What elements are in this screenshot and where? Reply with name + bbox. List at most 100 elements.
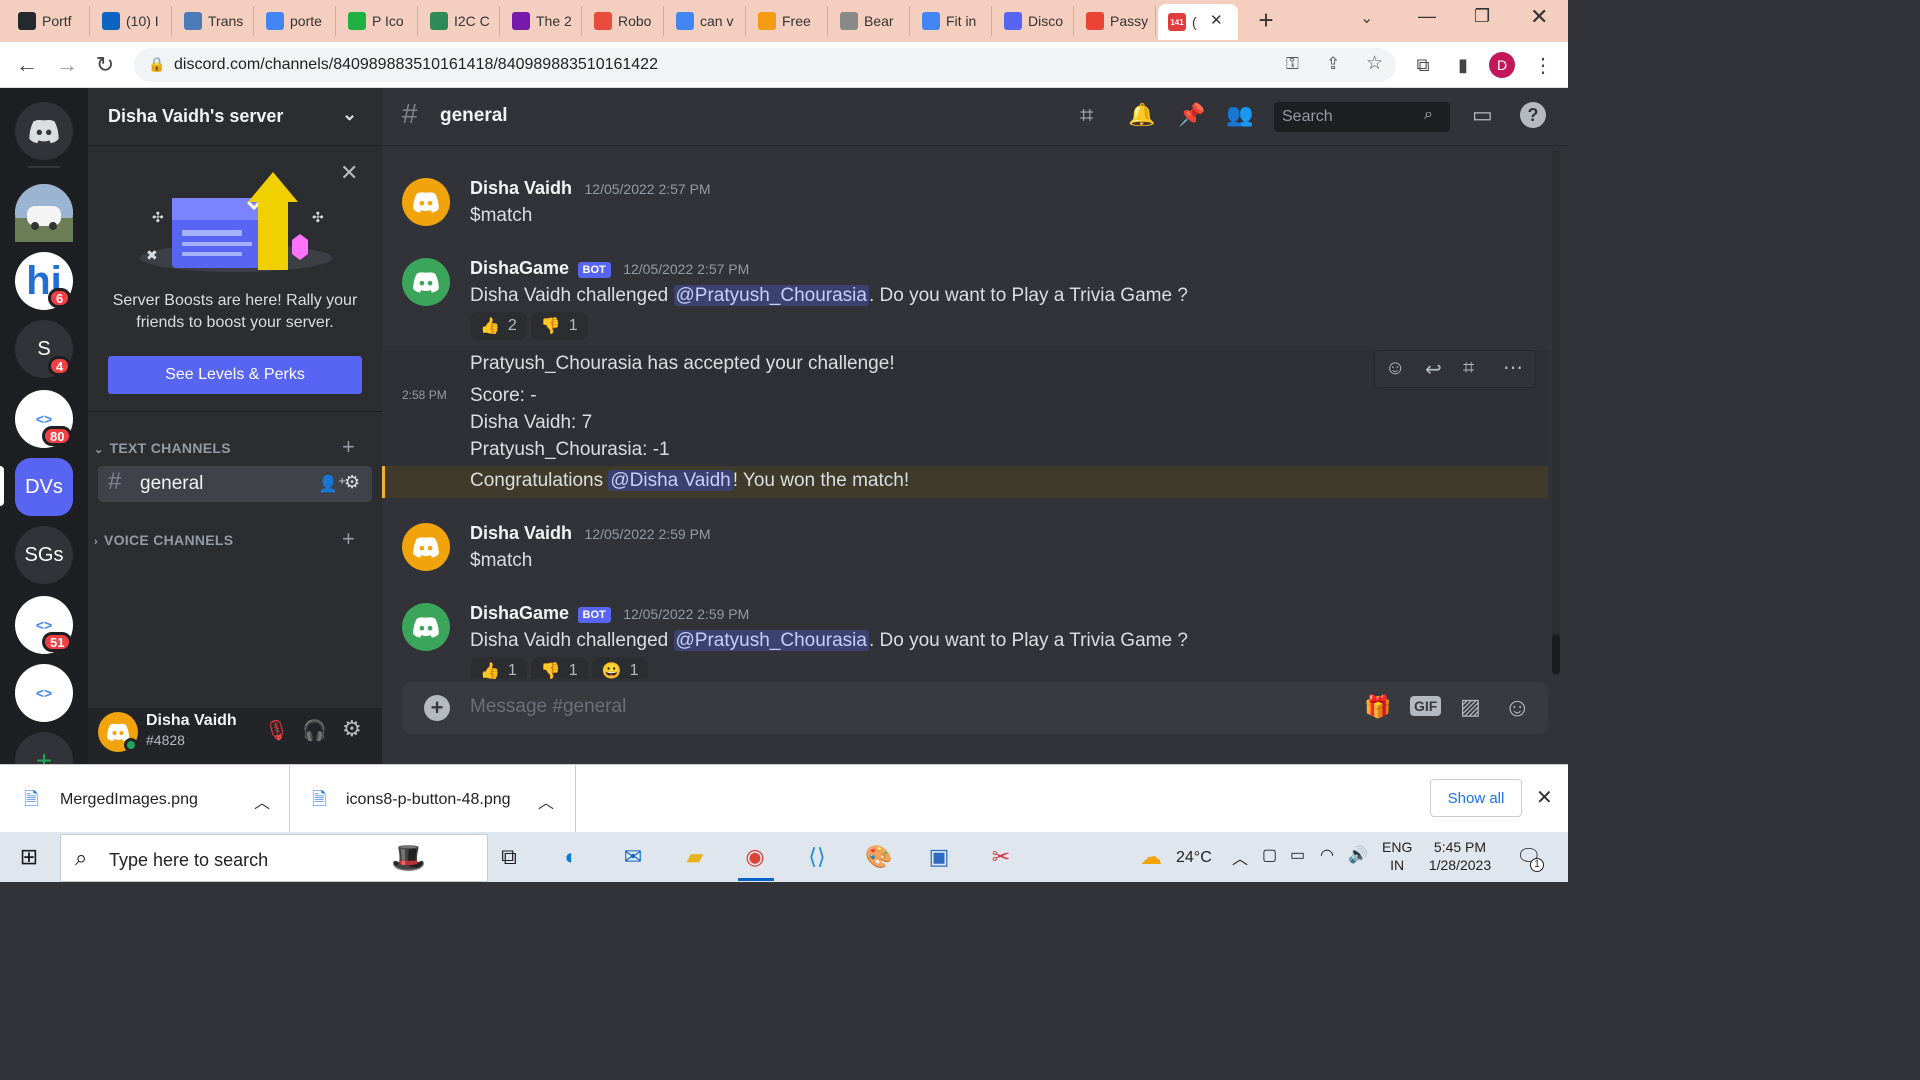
clock[interactable]: 5:45 PM 1/28/2023 xyxy=(1424,838,1496,874)
attach-plus-icon[interactable]: + xyxy=(424,695,450,721)
member-list-icon[interactable]: 👥 xyxy=(1226,102,1253,128)
browser-tab[interactable]: (10) I xyxy=(92,6,172,36)
windows-start-icon[interactable]: ⊞ xyxy=(12,841,46,873)
task-view-icon[interactable]: ⧉ xyxy=(492,841,526,873)
taskbar-search-box[interactable]: ⌕ Type here to search 🎩 xyxy=(60,834,488,882)
edge-icon[interactable]: ◐ xyxy=(554,841,588,873)
back-button[interactable]: ← xyxy=(12,50,42,80)
chevron-up-icon[interactable]: ︿ xyxy=(1232,845,1248,869)
browser-tab[interactable]: Disco xyxy=(994,6,1074,36)
emoji-icon[interactable]: ☺ xyxy=(1504,692,1531,723)
user-avatar[interactable] xyxy=(402,178,450,226)
reaction-thumbs-up[interactable]: 👍 1 xyxy=(470,657,527,679)
browser-tab[interactable]: Portf xyxy=(8,6,90,36)
text-channels-category[interactable]: ⌄ TEXT CHANNELS xyxy=(94,440,231,456)
more-options-icon[interactable]: ⋯ xyxy=(1503,355,1523,380)
browser-tab[interactable]: Passy xyxy=(1076,6,1156,36)
tab-search-icon[interactable]: ⌄ xyxy=(1360,8,1373,28)
dvs-server[interactable]: DVs xyxy=(15,458,73,516)
search-input[interactable]: Search ⌕ xyxy=(1274,102,1450,132)
battery-icon[interactable]: ▭ xyxy=(1290,845,1305,865)
car-avatar[interactable] xyxy=(15,184,73,242)
browser-tab[interactable]: The 2 xyxy=(502,6,582,36)
share-icon[interactable]: ⇪ xyxy=(1326,54,1340,74)
browser-tab[interactable]: Bear xyxy=(830,6,910,36)
reaction-thumbs-up[interactable]: 👍 2 xyxy=(470,312,527,340)
browser-menu-icon[interactable]: ⋮ xyxy=(1528,50,1558,80)
message-author[interactable]: DishaGame xyxy=(470,258,569,278)
sticker-icon[interactable]: ▨ xyxy=(1460,694,1481,720)
meet-now-icon[interactable]: ▢ xyxy=(1262,845,1277,865)
add-reaction-icon[interactable]: ☺ xyxy=(1385,357,1405,380)
browser-tab[interactable]: P Ico xyxy=(338,6,418,36)
dev-club-server-2[interactable]: <> xyxy=(15,664,73,722)
browser-tab[interactable]: can v xyxy=(666,6,746,36)
chevron-up-icon[interactable]: ︿ xyxy=(538,789,554,813)
download-item[interactable]: 🗎 MergedImages.png ︿ xyxy=(0,765,290,833)
browser-tab[interactable]: 141 (✕ xyxy=(1158,4,1238,40)
scrollbar-thumb[interactable] xyxy=(1552,634,1560,674)
close-downloads-icon[interactable]: ✕ xyxy=(1536,785,1553,810)
chat-scrollbar[interactable] xyxy=(1552,150,1560,676)
help-icon[interactable]: ? xyxy=(1520,102,1546,128)
user-avatar[interactable] xyxy=(402,523,450,571)
message-author[interactable]: DishaGame xyxy=(470,603,569,623)
minimize-button[interactable]: — xyxy=(1418,6,1436,27)
headphones-icon[interactable]: 🎧 xyxy=(302,718,327,743)
invite-member-icon[interactable]: 👤⁺ xyxy=(318,474,346,494)
bell-icon[interactable]: 🔔 xyxy=(1128,102,1155,128)
browser-tab[interactable]: Robo xyxy=(584,6,664,36)
threads-icon[interactable]: ⌗ xyxy=(1080,102,1094,130)
create-text-channel-icon[interactable]: + xyxy=(342,434,355,460)
chevron-up-icon[interactable]: ︿ xyxy=(254,789,270,813)
forward-button[interactable]: → xyxy=(52,50,82,80)
bookmark-star-icon[interactable]: ☆ xyxy=(1366,52,1383,75)
close-window-button[interactable]: ✕ xyxy=(1530,4,1548,30)
browser-tab[interactable]: Trans xyxy=(174,6,254,36)
reaction-thumbs-down[interactable]: 👎 1 xyxy=(530,657,588,679)
user-mention[interactable]: @Disha Vaidh xyxy=(608,470,733,491)
browser-tab[interactable]: porte xyxy=(256,6,336,36)
see-levels-perks-button[interactable]: See Levels & Perks xyxy=(108,356,362,394)
reply-icon[interactable]: ↩ xyxy=(1425,357,1442,382)
browser-tab[interactable]: I2C C xyxy=(420,6,500,36)
inbox-icon[interactable]: ▭ xyxy=(1472,102,1493,128)
pin-icon[interactable]: 📌 xyxy=(1178,102,1205,128)
create-thread-icon[interactable]: ⌗ xyxy=(1463,357,1474,380)
create-voice-channel-icon[interactable]: + xyxy=(342,526,355,552)
side-panel-icon[interactable]: ▮ xyxy=(1448,50,1478,80)
reaction-thumbs-down[interactable]: 👎 1 xyxy=(530,312,588,340)
wifi-icon[interactable]: ◠ xyxy=(1320,845,1334,865)
photos-icon[interactable]: ▣ xyxy=(922,841,956,873)
gif-icon[interactable]: GIF xyxy=(1410,696,1442,716)
user-mention[interactable]: @Pratyush_Chourasia xyxy=(673,630,869,651)
message-author[interactable]: Disha Vaidh xyxy=(470,523,572,543)
file-explorer-icon[interactable]: ▰ xyxy=(678,841,712,873)
gift-icon[interactable]: 🎁 xyxy=(1364,694,1391,720)
download-item[interactable]: 🗎 icons8-p-button-48.png ︿ xyxy=(290,765,576,833)
bot-avatar[interactable] xyxy=(402,603,450,651)
voice-channels-category[interactable]: › VOICE CHANNELS xyxy=(94,532,233,548)
extensions-icon[interactable]: ⧉ xyxy=(1408,50,1438,80)
input-language[interactable]: ENG IN xyxy=(1382,838,1412,874)
close-icon[interactable]: ✕ xyxy=(340,160,358,186)
show-all-button[interactable]: Show all xyxy=(1430,779,1522,817)
server-header[interactable]: Disha Vaidh's server ⌄ xyxy=(88,88,382,146)
vscode-icon[interactable]: ⟨⟩ xyxy=(800,841,834,873)
channel-item-general[interactable]: # general 👤⁺ ⚙ xyxy=(98,466,372,502)
close-tab-icon[interactable]: ✕ xyxy=(1210,11,1223,29)
password-key-icon[interactable]: ⚿ xyxy=(1286,54,1299,74)
sgs-server[interactable]: SGs xyxy=(15,526,73,584)
browser-tab[interactable]: Free xyxy=(748,6,828,36)
new-tab-button[interactable]: + xyxy=(1252,7,1280,34)
message-author[interactable]: Disha Vaidh xyxy=(470,178,572,198)
profile-avatar[interactable]: D xyxy=(1489,52,1515,78)
restore-button[interactable]: ❐ xyxy=(1474,6,1490,27)
chrome-icon[interactable]: ◉ xyxy=(738,841,772,873)
bot-avatar[interactable] xyxy=(402,258,450,306)
gear-icon[interactable]: ⚙ xyxy=(344,472,360,493)
add-server-button[interactable]: + xyxy=(15,732,73,764)
user-mention[interactable]: @Pratyush_Chourasia xyxy=(673,285,869,306)
address-bar[interactable]: 🔒 discord.com/channels/84098988351016141… xyxy=(134,48,1396,82)
user-settings-gear-icon[interactable]: ⚙ xyxy=(342,716,362,742)
